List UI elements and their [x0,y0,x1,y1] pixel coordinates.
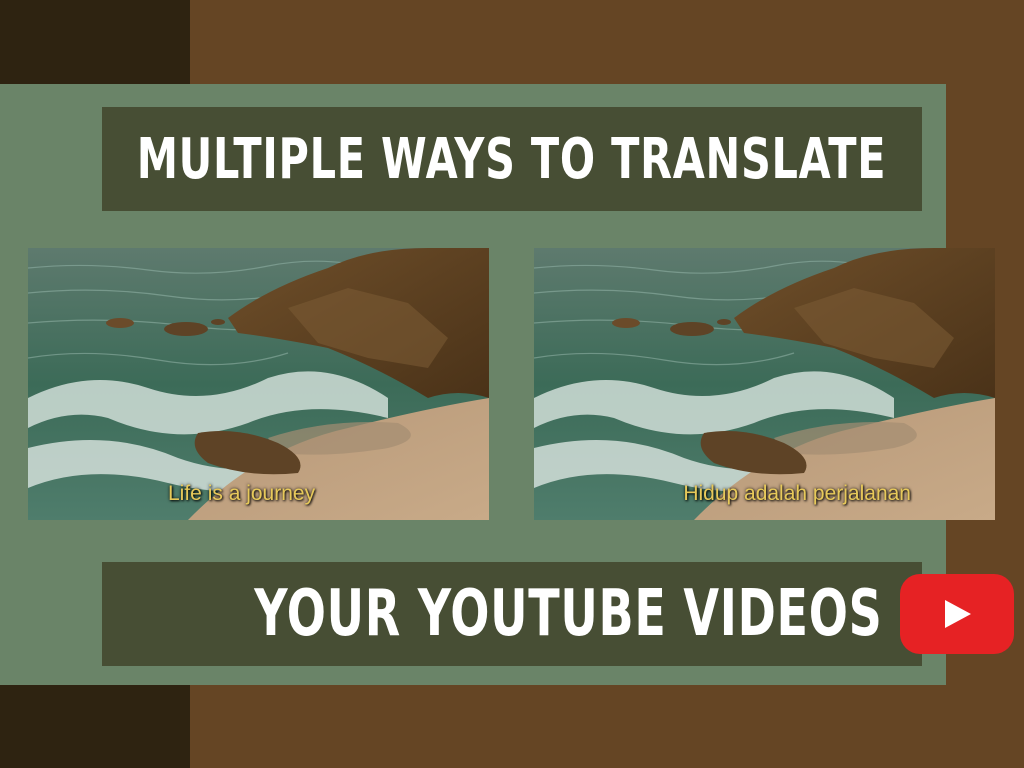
page-title: MULTIPLE WAYS TO TRANSLATE [137,126,887,192]
title-banner: MULTIPLE WAYS TO TRANSLATE [102,107,922,211]
page-subtitle: YOUR YOUTUBE VIDEOS [254,577,883,651]
youtube-play-icon [945,600,972,628]
dark-strip-top [0,0,190,84]
subtitle-caption-translated: Hidup adalah perjalanan [683,482,911,505]
subtitle-group: YOUR YOUTUBE VIDEOS [10,574,1015,654]
youtube-logo[interactable] [900,574,1015,654]
beach-scene-image [534,248,995,520]
video-frame-translated[interactable]: Hidup adalah perjalanan [534,248,995,520]
dark-strip-bottom [0,685,190,768]
subtitle-banner: YOUR YOUTUBE VIDEOS [102,562,1015,666]
beach-scene-image [28,248,489,520]
video-frame-original[interactable]: Life is a journey [28,248,489,520]
subtitle-caption-original: Life is a journey [168,482,316,505]
